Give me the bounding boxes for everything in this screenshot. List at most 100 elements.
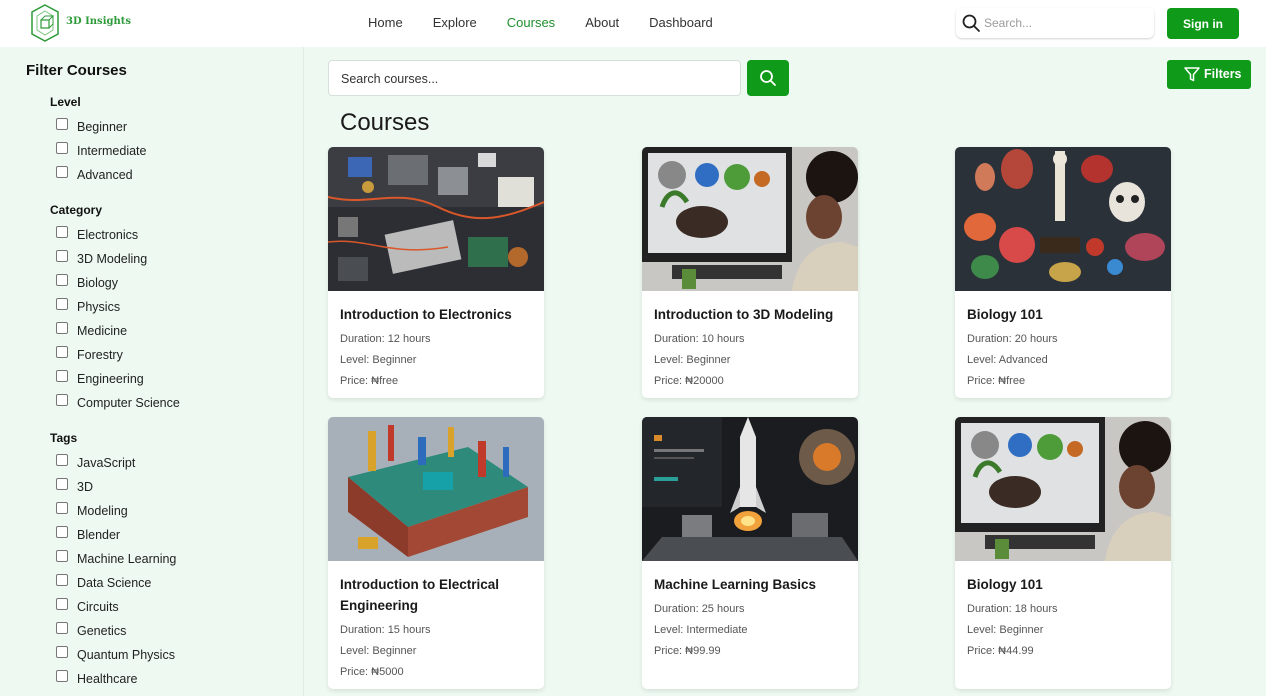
filter-category-physics[interactable]: Physics — [56, 298, 120, 315]
3d-modeling-image — [642, 147, 858, 291]
course-duration: Duration: 10 hours — [654, 333, 745, 345]
main-nav: Home Explore Courses About Dashboard — [368, 15, 743, 30]
top-navbar: 3D Insights Home Explore Courses About D… — [0, 0, 1266, 47]
course-card[interactable]: Biology 101 Duration: 20 hours Level: Ad… — [955, 147, 1171, 398]
filter-tag-genetics[interactable]: Genetics — [56, 622, 126, 639]
checkbox[interactable] — [56, 274, 68, 286]
course-card[interactable]: Biology 101 Duration: 18 hours Level: Be… — [955, 417, 1171, 689]
filter-tag-data-science[interactable]: Data Science — [56, 574, 151, 591]
course-price: Price: ₦free — [340, 375, 399, 387]
checkbox[interactable] — [56, 454, 68, 466]
course-title[interactable]: Biology 101 — [955, 291, 1171, 325]
course-card[interactable]: Introduction to Electrical Engineering D… — [328, 417, 544, 689]
course-duration: Duration: 15 hours — [340, 624, 431, 636]
course-level: Level: Beginner — [654, 354, 731, 366]
course-thumbnail[interactable] — [955, 147, 1171, 291]
course-thumbnail[interactable] — [642, 417, 858, 561]
checkbox[interactable] — [56, 502, 68, 514]
search-button[interactable] — [747, 60, 789, 96]
course-thumbnail[interactable] — [328, 417, 544, 561]
filter-tag-healthcare[interactable]: Healthcare — [56, 670, 137, 687]
course-card[interactable]: Introduction to 3D Modeling Duration: 10… — [642, 147, 858, 398]
brand-name[interactable]: 3D Insights — [66, 16, 131, 27]
course-duration: Duration: 18 hours — [967, 603, 1058, 615]
filter-group-category-title: Category — [50, 203, 103, 217]
filter-tag-circuits[interactable]: Circuits — [56, 598, 119, 615]
nav-home[interactable]: Home — [368, 15, 403, 30]
course-title[interactable]: Biology 101 — [955, 561, 1171, 595]
course-card[interactable]: Introduction to Electronics Duration: 12… — [328, 147, 544, 398]
filter-tag-machine-learning[interactable]: Machine Learning — [56, 550, 176, 567]
filter-tag-quantum-physics[interactable]: Quantum Physics — [56, 646, 175, 663]
checkbox[interactable] — [56, 598, 68, 610]
woman-computer-image — [955, 417, 1171, 561]
filter-level-advanced[interactable]: Advanced — [56, 166, 133, 183]
nav-about[interactable]: About — [585, 15, 619, 30]
checkbox[interactable] — [56, 478, 68, 490]
checkbox[interactable] — [56, 574, 68, 586]
course-title[interactable]: Machine Learning Basics — [642, 561, 858, 595]
course-thumbnail[interactable] — [642, 147, 858, 291]
checkbox[interactable] — [56, 322, 68, 334]
circuit-board-image — [328, 417, 544, 561]
page-title: Courses — [340, 109, 430, 136]
filter-icon — [1184, 67, 1200, 82]
filter-category-engineering[interactable]: Engineering — [56, 370, 144, 387]
nav-courses[interactable]: Courses — [507, 15, 555, 30]
course-level: Level: Beginner — [340, 354, 417, 366]
course-level: Level: Beginner — [967, 624, 1044, 636]
filter-category-medicine[interactable]: Medicine — [56, 322, 127, 339]
course-title[interactable]: Introduction to Electrical Engineering — [328, 561, 544, 616]
filter-tag-javascript[interactable]: JavaScript — [56, 454, 135, 471]
filter-category-forestry[interactable]: Forestry — [56, 346, 123, 363]
course-duration: Duration: 25 hours — [654, 603, 745, 615]
nav-dashboard[interactable]: Dashboard — [649, 15, 713, 30]
course-search — [328, 60, 741, 96]
checkbox[interactable] — [56, 646, 68, 658]
course-level: Level: Intermediate — [654, 624, 748, 636]
checkbox[interactable] — [56, 526, 68, 538]
filter-level-intermediate[interactable]: Intermediate — [56, 142, 146, 159]
checkbox[interactable] — [56, 550, 68, 562]
nav-explore[interactable]: Explore — [433, 15, 477, 30]
course-title[interactable]: Introduction to 3D Modeling — [642, 291, 858, 325]
checkbox[interactable] — [56, 166, 68, 178]
filter-category-biology[interactable]: Biology — [56, 274, 118, 291]
filters-button[interactable]: Filters — [1167, 60, 1251, 89]
search-icon — [962, 14, 980, 32]
checkbox[interactable] — [56, 346, 68, 358]
checkbox[interactable] — [56, 394, 68, 406]
filter-tag-3d[interactable]: 3D — [56, 478, 93, 495]
checkbox[interactable] — [56, 670, 68, 682]
course-duration: Duration: 12 hours — [340, 333, 431, 345]
checkbox[interactable] — [56, 298, 68, 310]
filter-category-3d-modeling[interactable]: 3D Modeling — [56, 250, 147, 267]
filter-tag-blender[interactable]: Blender — [56, 526, 120, 543]
course-search-input[interactable] — [341, 70, 721, 88]
logo-icon[interactable] — [30, 4, 60, 42]
filter-category-electronics[interactable]: Electronics — [56, 226, 138, 243]
checkbox[interactable] — [56, 250, 68, 262]
course-title[interactable]: Introduction to Electronics — [328, 291, 544, 325]
course-price: Price: ₦99.99 — [654, 645, 721, 657]
header-search-input[interactable] — [984, 14, 1144, 32]
filter-category-computer-science[interactable]: Computer Science — [56, 394, 180, 411]
checkbox[interactable] — [56, 370, 68, 382]
course-price: Price: ₦5000 — [340, 666, 404, 678]
filter-group-tags-title: Tags — [50, 431, 78, 445]
sign-in-button[interactable]: Sign in — [1167, 8, 1239, 39]
checkbox[interactable] — [56, 622, 68, 634]
course-price: Price: ₦44.99 — [967, 645, 1034, 657]
course-price: Price: ₦20000 — [654, 375, 724, 387]
checkbox[interactable] — [56, 118, 68, 130]
checkbox[interactable] — [56, 226, 68, 238]
filter-level-beginner[interactable]: Beginner — [56, 118, 127, 135]
course-thumbnail[interactable] — [955, 417, 1171, 561]
course-card[interactable]: Machine Learning Basics Duration: 25 hou… — [642, 417, 858, 689]
filters-label: Filters — [1204, 67, 1242, 81]
electronics-image — [328, 147, 544, 291]
checkbox[interactable] — [56, 142, 68, 154]
course-thumbnail[interactable] — [328, 147, 544, 291]
course-level: Level: Advanced — [967, 354, 1048, 366]
filter-tag-modeling[interactable]: Modeling — [56, 502, 128, 519]
